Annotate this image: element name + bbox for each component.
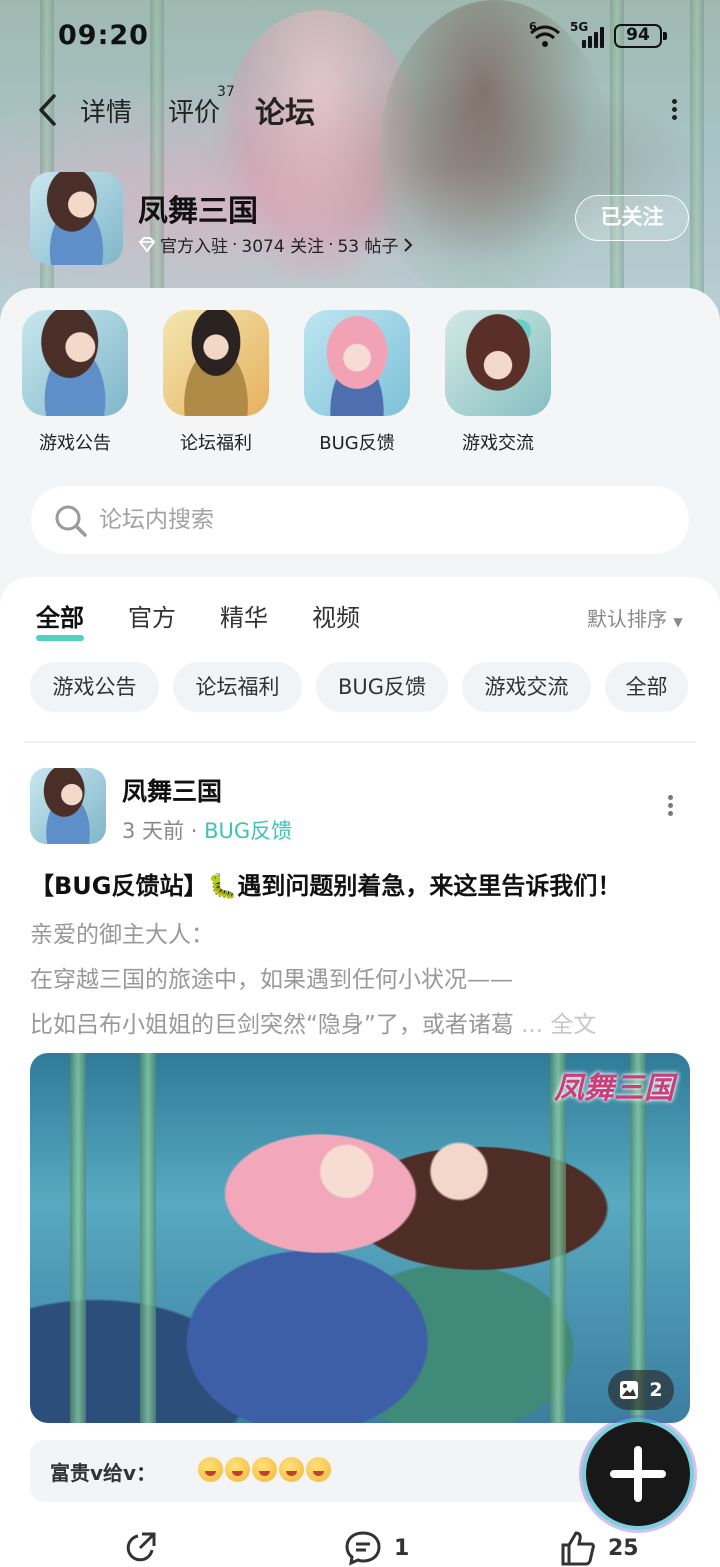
post-meta: 3 天前 · BUG反馈	[122, 819, 293, 843]
category-label: 论坛福利	[180, 433, 252, 454]
category-label: 游戏交流	[462, 433, 534, 454]
filter-chip[interactable]: 游戏公告	[30, 662, 159, 712]
follow-button[interactable]: 已关注	[575, 195, 689, 241]
post-title[interactable]: 【BUG反馈站】🐛遇到问题别着急，来这里告诉我们！	[30, 866, 621, 901]
post-category-tag[interactable]: BUG反馈	[204, 819, 292, 843]
battery-icon: 94	[614, 24, 667, 48]
filter-chip[interactable]: BUG反馈	[316, 662, 448, 712]
category-bug-report[interactable]: BUG反馈	[303, 310, 411, 455]
filter-chip[interactable]: 游戏交流	[462, 662, 591, 712]
game-logo: 凤舞三国	[554, 1071, 674, 1106]
feed-tab-video[interactable]: 视频	[312, 598, 360, 633]
comment-icon	[345, 1531, 381, 1566]
ellipsis: ...	[513, 1012, 551, 1038]
sort-dropdown[interactable]: 默认排序 ▼	[587, 603, 683, 632]
tab-forum[interactable]: 论坛	[255, 88, 315, 132]
caret-down-icon: ▼	[673, 615, 683, 629]
more-options-icon[interactable]	[664, 96, 684, 126]
category-icon	[22, 310, 128, 416]
post-body-line: 亲爱的御主大人：	[30, 922, 214, 948]
tab-details[interactable]: 详情	[80, 92, 132, 129]
feed-tab-all[interactable]: 全部	[36, 598, 84, 641]
post-actions: 1 25	[0, 1530, 720, 1567]
followers-count: 3074 关注	[241, 237, 325, 257]
post-more-icon[interactable]	[660, 792, 680, 822]
game-meta[interactable]: 官方入驻 · 3074 关注 · 53 帖子	[138, 232, 413, 257]
category-announcements[interactable]: 游戏公告	[21, 310, 129, 455]
category-label: BUG反馈	[319, 433, 395, 454]
back-button[interactable]	[30, 90, 70, 130]
diamond-icon	[138, 236, 156, 253]
image-count-badge: 2	[608, 1370, 674, 1410]
new-post-button[interactable]	[586, 1422, 690, 1526]
post-image[interactable]: 凤舞三国	[30, 1053, 690, 1423]
share-icon	[126, 1532, 156, 1562]
signal-icon	[582, 26, 608, 48]
post-author[interactable]: 凤舞三国	[122, 772, 222, 808]
comment-user: 富贵v给v：	[50, 1461, 157, 1485]
filter-chip[interactable]: 全部	[605, 662, 688, 712]
tab-reviews[interactable]: 评价	[168, 92, 220, 129]
category-label: 游戏公告	[39, 433, 111, 454]
filter-chip[interactable]: 论坛福利	[173, 662, 302, 712]
comment-button[interactable]: 1	[344, 1530, 409, 1566]
chevron-left-icon	[39, 94, 56, 126]
emoji-icon	[198, 1457, 223, 1482]
wifi-label: 6	[529, 20, 537, 33]
battery-level: 94	[626, 25, 650, 45]
emoji-icon	[279, 1457, 304, 1482]
category-welfare[interactable]: 论坛福利	[162, 310, 270, 455]
chevron-right-icon	[403, 237, 412, 252]
category-icon	[163, 310, 269, 416]
sort-label: 默认排序	[587, 607, 667, 631]
posts-count: 53 帖子	[337, 237, 399, 257]
emoji-icon	[306, 1457, 331, 1482]
image-count: 2	[649, 1379, 663, 1401]
category-icon	[445, 310, 551, 416]
game-title: 凤舞三国	[138, 194, 258, 229]
share-button[interactable]	[122, 1530, 158, 1566]
image-icon	[620, 1381, 639, 1399]
category-icon	[304, 310, 410, 416]
avatar[interactable]	[30, 768, 106, 844]
status-bar: 09:20 6 5G 94	[0, 0, 720, 76]
emoji-icon	[252, 1457, 277, 1482]
full-text-link[interactable]: 全文	[550, 1012, 596, 1038]
game-icon[interactable]	[30, 172, 123, 265]
forum-search[interactable]	[31, 486, 689, 554]
like-count: 25	[608, 1535, 639, 1561]
status-time: 09:20	[58, 20, 149, 51]
post-body-line: 在穿越三国的旅途中，如果遇到任何小状况——	[30, 967, 513, 993]
thumbs-up-icon	[561, 1531, 595, 1566]
post-time: 3 天前	[122, 819, 185, 843]
divider	[24, 741, 696, 743]
search-input[interactable]	[99, 498, 659, 542]
reviews-count-badge: 37	[217, 84, 235, 100]
comment-emojis	[198, 1457, 331, 1482]
verified-label: 官方入驻	[160, 237, 228, 257]
feed-tab-featured[interactable]: 精华	[220, 598, 268, 633]
category-discussion[interactable]: 游戏交流	[444, 310, 552, 455]
emoji-icon	[225, 1457, 250, 1482]
post-body-line: 比如吕布小姐姐的巨剑突然“隐身”了，或者诸葛 ... 全文	[30, 1012, 597, 1038]
feed-tab-official[interactable]: 官方	[128, 598, 176, 633]
like-button[interactable]: 25	[560, 1530, 639, 1566]
search-icon	[55, 505, 87, 537]
comment-count: 1	[394, 1535, 410, 1561]
